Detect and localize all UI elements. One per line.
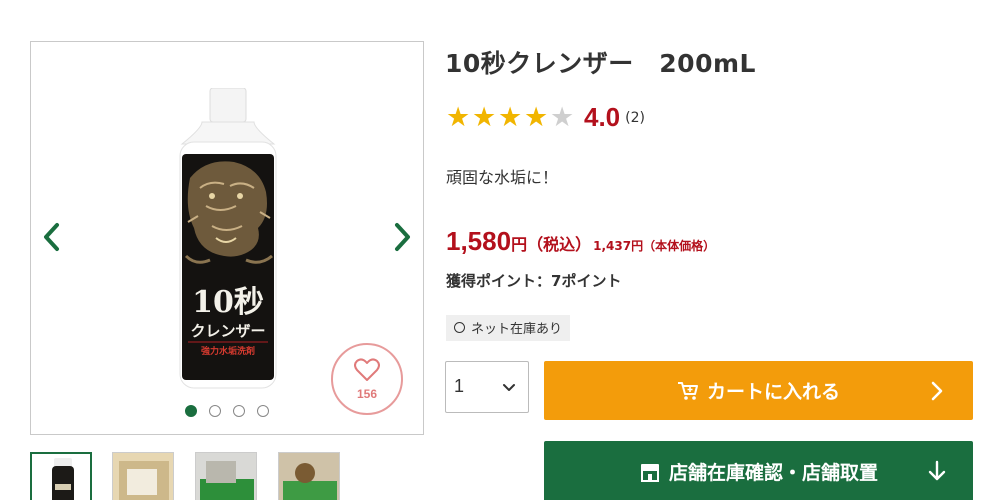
prev-image-button[interactable] bbox=[39, 220, 65, 254]
star-icon: ★ bbox=[524, 101, 549, 133]
thumbnail-image bbox=[32, 454, 90, 500]
cart-icon bbox=[677, 382, 698, 400]
thumbnail-3[interactable] bbox=[195, 452, 257, 500]
thumbnail-image bbox=[196, 453, 256, 500]
price-net: 1,437円（本体価格） bbox=[593, 239, 716, 253]
rating-stars: ★ ★ ★ ★ ★ bbox=[446, 101, 576, 133]
rating: ★ ★ ★ ★ ★ 4.0 (2) bbox=[446, 102, 645, 133]
product-tagline: 頑固な水垢に！ bbox=[446, 168, 559, 187]
chevron-left-icon bbox=[44, 223, 59, 251]
star-icon: ★ bbox=[498, 101, 523, 133]
store-stock-label: 店舗在庫確認・店舗取置 bbox=[668, 462, 878, 484]
add-to-cart-label-wrap: カートに入れる bbox=[544, 377, 973, 404]
store-stock-label-wrap: 店舗在庫確認・店舗取置 bbox=[544, 458, 973, 485]
stock-text: ネット在庫あり bbox=[471, 322, 563, 337]
points-text: 獲得ポイント：7ポイント bbox=[446, 272, 622, 290]
star-icon: ★ bbox=[446, 101, 471, 133]
store-stock-button[interactable]: 店舗在庫確認・店舗取置 bbox=[544, 441, 973, 500]
next-image-button[interactable] bbox=[389, 220, 415, 254]
star-icon: ★ bbox=[472, 101, 497, 133]
quantity-select[interactable]: 1 bbox=[445, 361, 529, 413]
thumbnail-image bbox=[113, 453, 173, 500]
product-image: 10秒 クレンザー 強力水垢洗剤 bbox=[179, 88, 277, 389]
rating-value: 4.0 bbox=[584, 102, 621, 132]
review-count-link[interactable]: (2) bbox=[625, 110, 645, 126]
label-big-text: 10秒 bbox=[192, 285, 264, 320]
slide-dot-4[interactable] bbox=[257, 405, 269, 417]
thumbnail-4[interactable] bbox=[278, 452, 340, 500]
thumbnail-image bbox=[279, 453, 339, 500]
slide-dot-1[interactable] bbox=[185, 405, 197, 417]
quantity-value: 1 bbox=[454, 376, 465, 396]
chevron-right-icon bbox=[931, 381, 943, 401]
price-amount: 1,580 bbox=[446, 226, 512, 256]
product-title: 10秒クレンザー 200mL bbox=[445, 49, 756, 78]
product-gallery: 10秒 クレンザー 強力水垢洗剤 156 bbox=[30, 41, 424, 435]
star-empty-icon: ★ bbox=[550, 101, 575, 133]
label-name-text: クレンザー bbox=[190, 322, 265, 340]
heart-icon bbox=[354, 358, 380, 381]
thumbnail-1[interactable] bbox=[30, 452, 92, 500]
chevron-right-icon bbox=[395, 223, 410, 251]
price: 1,580円（税込） 1,437円（本体価格） bbox=[446, 226, 715, 257]
slide-dot-3[interactable] bbox=[233, 405, 245, 417]
store-icon bbox=[640, 464, 659, 482]
price-tax-label: （税込） bbox=[527, 235, 592, 254]
arrow-down-icon bbox=[928, 460, 946, 481]
add-to-cart-button[interactable]: カートに入れる bbox=[544, 361, 973, 420]
slide-dot-2[interactable] bbox=[209, 405, 221, 417]
chevron-down-icon bbox=[503, 384, 515, 391]
label-sub-text: 強力水垢洗剤 bbox=[201, 345, 255, 357]
slide-indicator bbox=[31, 405, 423, 417]
add-to-cart-label: カートに入れる bbox=[706, 381, 840, 403]
price-currency: 円 bbox=[511, 235, 528, 254]
circle-icon bbox=[454, 322, 465, 333]
stock-badge: ネット在庫あり bbox=[446, 315, 571, 341]
favorite-count: 156 bbox=[356, 387, 378, 401]
thumbnail-2[interactable] bbox=[112, 452, 174, 500]
